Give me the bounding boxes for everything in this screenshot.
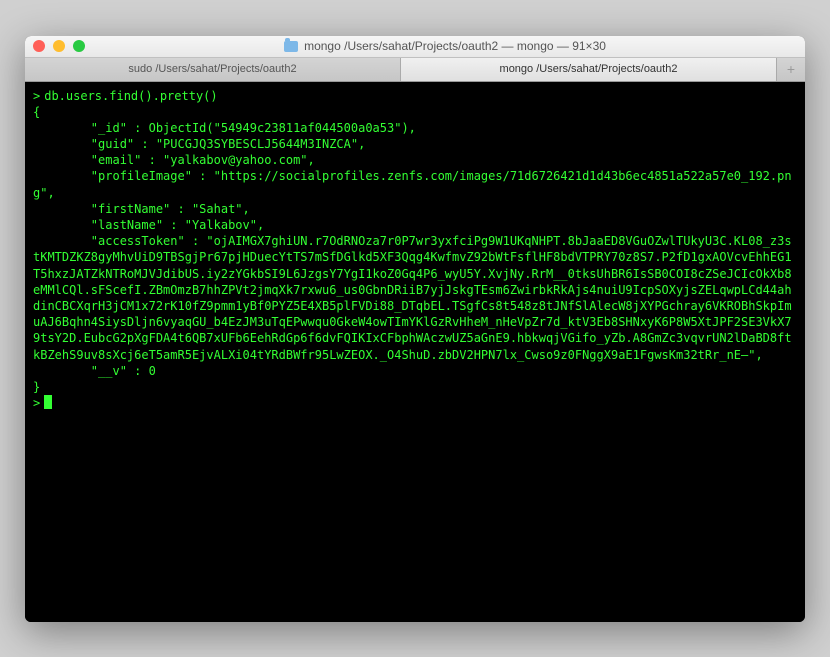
- terminal-content[interactable]: >db.users.find().pretty(){ "_id" : Objec…: [25, 82, 805, 622]
- window-title-row: mongo /Users/sahat/Projects/oauth2 — mon…: [93, 39, 797, 53]
- titlebar: mongo /Users/sahat/Projects/oauth2 — mon…: [25, 36, 805, 58]
- prompt-symbol: >: [33, 88, 40, 104]
- add-tab-button[interactable]: +: [777, 58, 805, 81]
- cursor: [44, 395, 52, 409]
- terminal-window: mongo /Users/sahat/Projects/oauth2 — mon…: [25, 36, 805, 622]
- tab-label: sudo /Users/sahat/Projects/oauth2: [128, 63, 296, 75]
- terminal-output: { "_id" : ObjectId("54949c23811af044500a…: [33, 105, 792, 394]
- window-title: mongo /Users/sahat/Projects/oauth2 — mon…: [304, 39, 606, 53]
- prompt-symbol: >: [33, 395, 40, 411]
- folder-icon: [284, 41, 298, 52]
- command-text: db.users.find().pretty(): [44, 88, 217, 104]
- maximize-button[interactable]: [73, 40, 85, 52]
- tab-label: mongo /Users/sahat/Projects/oauth2: [500, 63, 678, 75]
- close-button[interactable]: [33, 40, 45, 52]
- tab-sudo[interactable]: sudo /Users/sahat/Projects/oauth2: [25, 58, 401, 81]
- minimize-button[interactable]: [53, 40, 65, 52]
- tab-mongo[interactable]: mongo /Users/sahat/Projects/oauth2: [401, 58, 777, 81]
- tab-bar: sudo /Users/sahat/Projects/oauth2 mongo …: [25, 58, 805, 82]
- traffic-lights: [33, 40, 85, 52]
